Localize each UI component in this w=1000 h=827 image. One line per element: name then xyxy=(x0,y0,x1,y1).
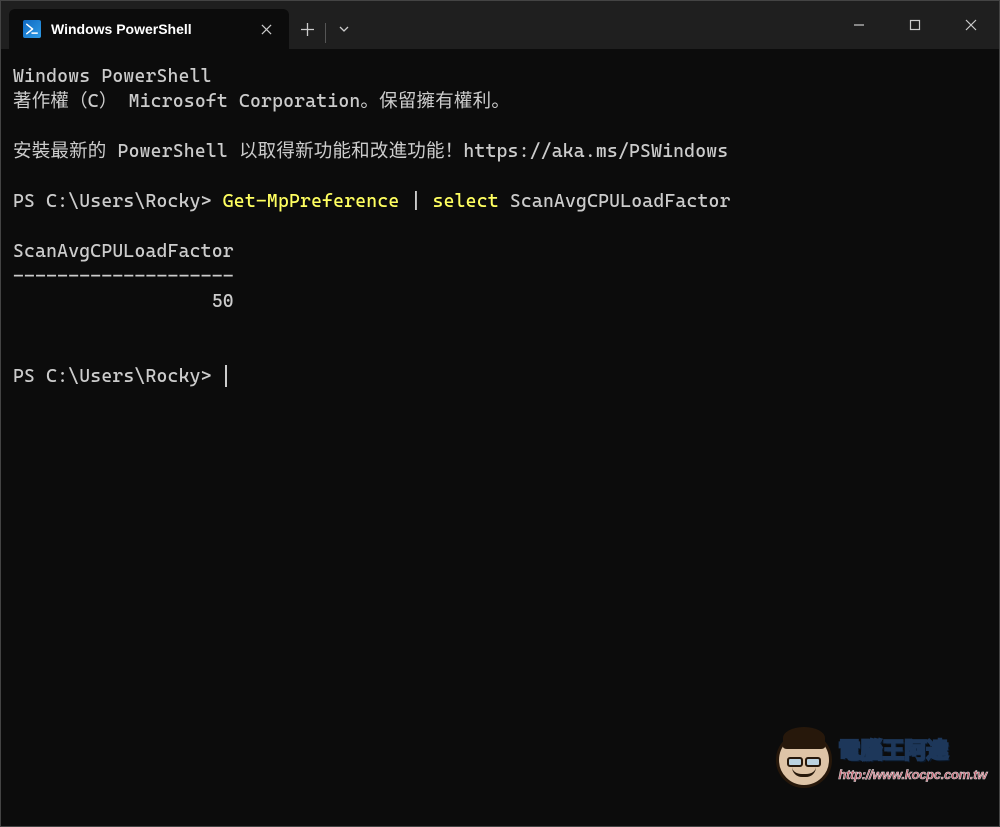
output-line: 著作權（C） Microsoft Corporation。保留擁有權利。 xyxy=(13,90,987,115)
output-line: 安裝最新的 PowerShell 以取得新功能和改進功能！https://aka… xyxy=(13,140,987,165)
close-tab-button[interactable] xyxy=(255,18,277,40)
blank-line xyxy=(13,340,987,365)
prompt-line: PS C:\Users\Rocky> xyxy=(13,365,987,390)
watermark-text: 電腦王阿達 http://www.kocpc.com.tw xyxy=(838,736,987,783)
minimize-button[interactable] xyxy=(831,1,887,49)
output-separator: -------------------- xyxy=(13,265,987,290)
close-window-button[interactable] xyxy=(943,1,999,49)
watermark: 電腦王阿達 http://www.kocpc.com.tw xyxy=(776,732,987,788)
tab-powershell[interactable]: Windows PowerShell xyxy=(9,9,289,49)
prompt: PS C:\Users\Rocky> xyxy=(13,366,223,387)
terminal-window: Windows PowerShell xyxy=(0,0,1000,827)
watermark-url: http://www.kocpc.com.tw xyxy=(838,766,987,784)
new-tab-button[interactable] xyxy=(289,9,325,49)
command-line: PS C:\Users\Rocky> Get-MpPreference | se… xyxy=(13,190,987,215)
watermark-avatar-icon xyxy=(776,732,832,788)
prompt: PS C:\Users\Rocky> xyxy=(13,191,223,212)
maximize-button[interactable] xyxy=(887,1,943,49)
titlebar: Windows PowerShell xyxy=(1,1,999,49)
tab-dropdown-button[interactable] xyxy=(326,9,362,49)
blank-line xyxy=(13,165,987,190)
tab-actions xyxy=(289,1,362,49)
watermark-title: 電腦王阿達 xyxy=(838,736,987,766)
output-column-header: ScanAvgCPULoadFactor xyxy=(13,240,987,265)
powershell-icon xyxy=(23,20,41,38)
blank-line xyxy=(13,115,987,140)
blank-line xyxy=(13,215,987,240)
cursor xyxy=(225,365,227,387)
select-keyword: select xyxy=(433,191,499,212)
output-line: Windows PowerShell xyxy=(13,65,987,90)
tab-strip: Windows PowerShell xyxy=(1,1,289,49)
tab-title: Windows PowerShell xyxy=(51,21,245,37)
cmdlet: Get-MpPreference xyxy=(223,191,400,212)
window-controls xyxy=(831,1,999,49)
terminal-content[interactable]: Windows PowerShell 著作權（C） Microsoft Corp… xyxy=(1,49,999,826)
output-value: 50 xyxy=(13,290,987,315)
titlebar-drag-region[interactable] xyxy=(362,1,831,49)
pipe-operator: | xyxy=(399,191,432,212)
command-arg: ScanAvgCPULoadFactor xyxy=(499,191,731,212)
blank-line xyxy=(13,315,987,340)
